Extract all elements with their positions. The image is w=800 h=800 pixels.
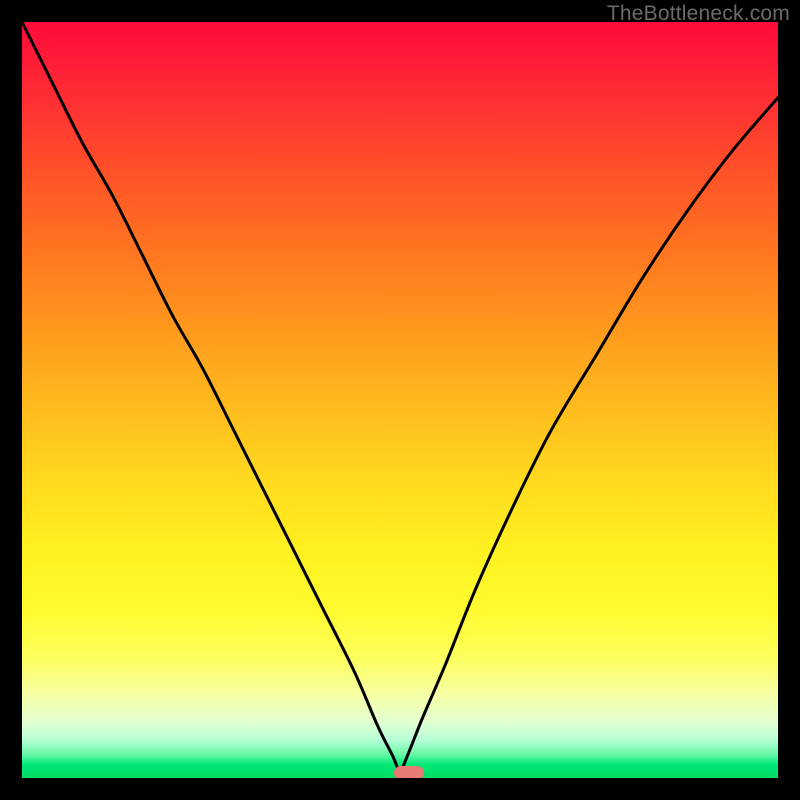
chart-frame: TheBottleneck.com [0,0,800,800]
curve-path [22,22,778,770]
optimal-point-marker [394,766,424,778]
bottleneck-curve [22,22,778,778]
plot-area [22,22,778,778]
watermark-text: TheBottleneck.com [607,2,790,26]
